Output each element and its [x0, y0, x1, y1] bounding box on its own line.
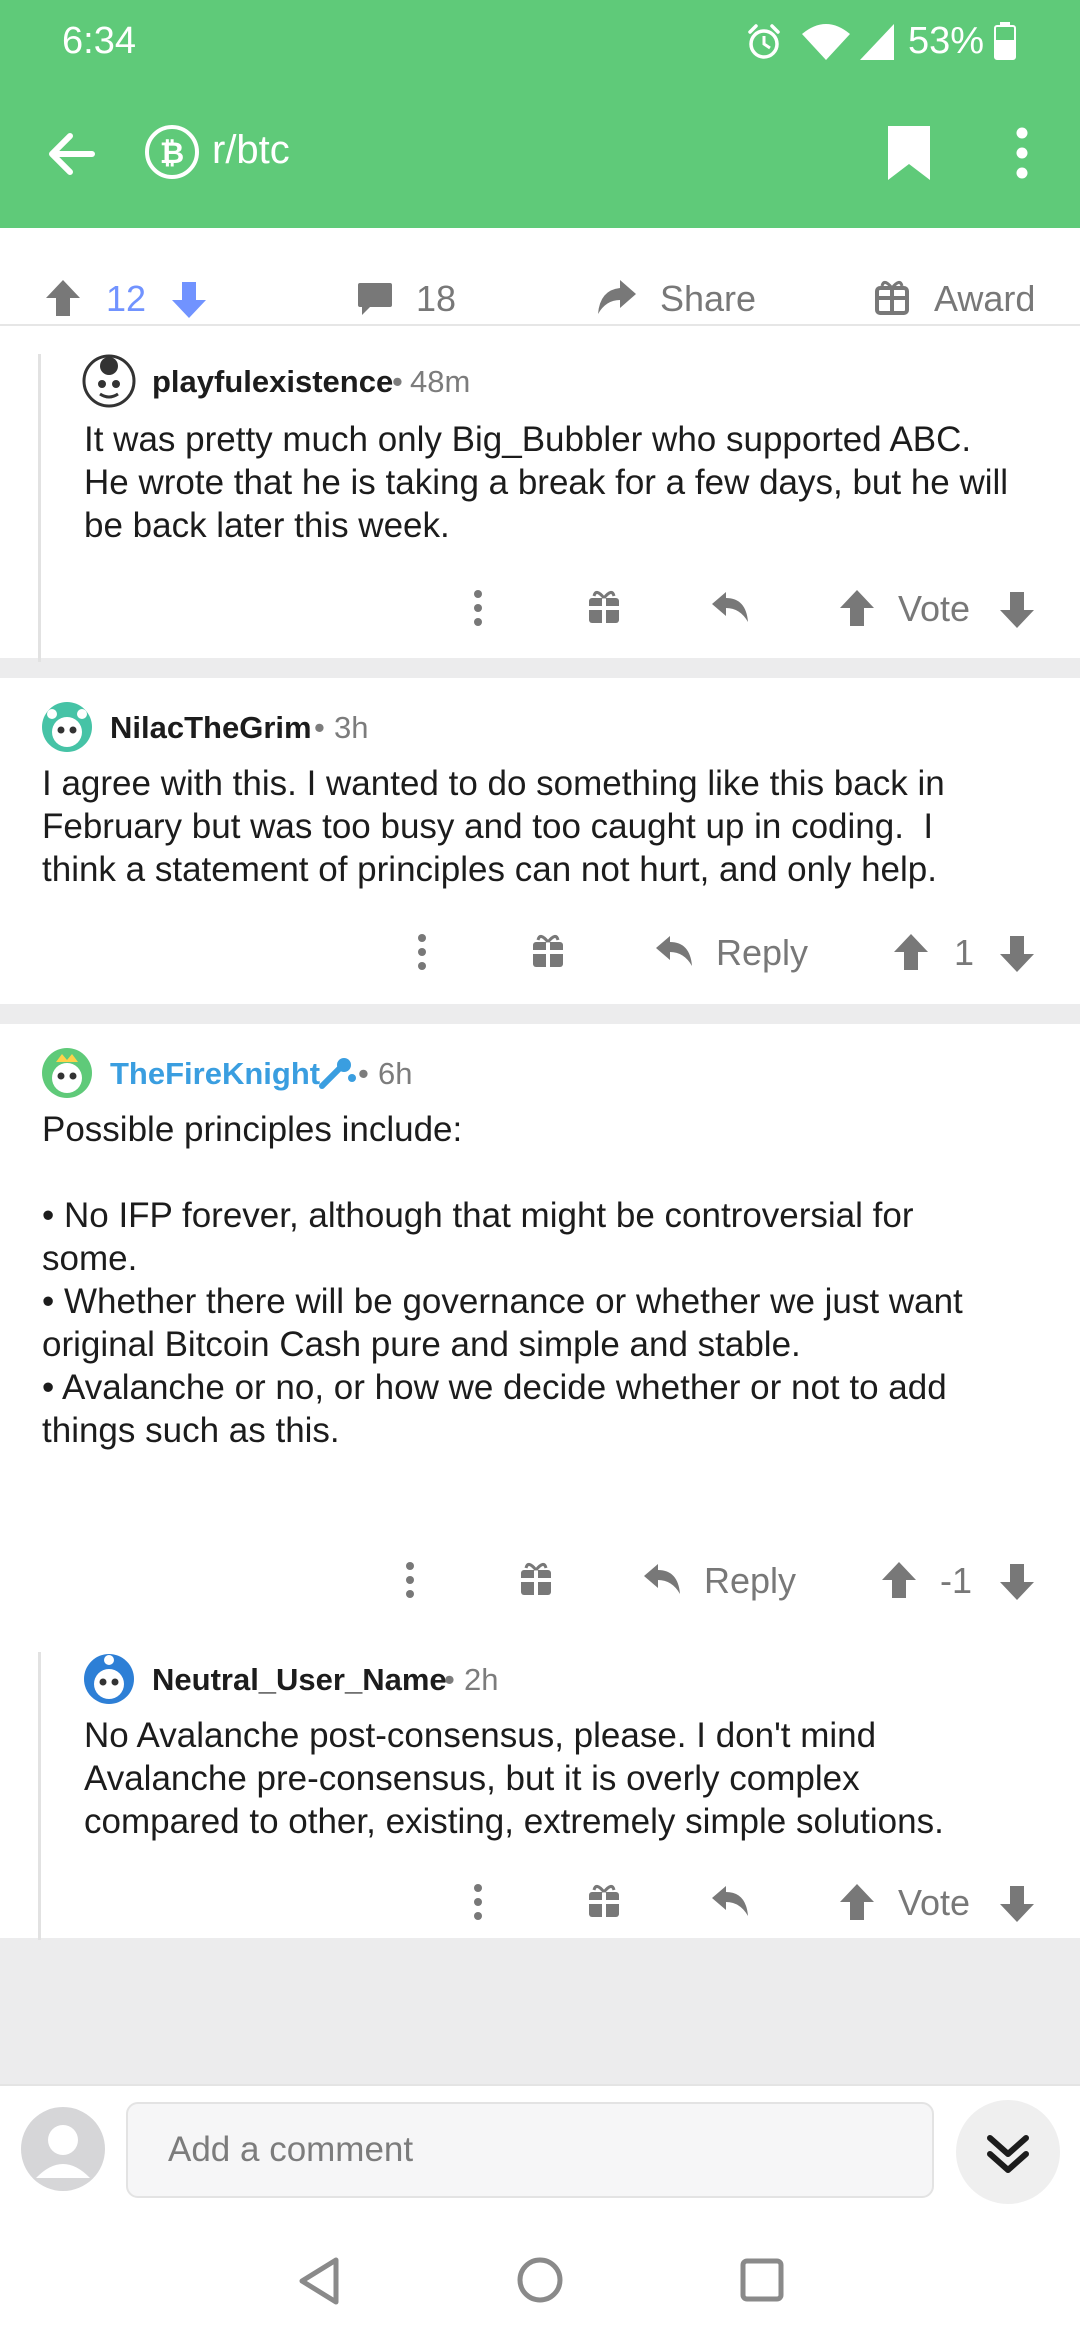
- downvote-arrow-icon[interactable]: [170, 280, 208, 320]
- bookmark-icon[interactable]: [886, 124, 932, 182]
- alarm-icon: [744, 22, 784, 62]
- comment-username[interactable]: Neutral_User_Name: [152, 1662, 447, 1698]
- comment-body: No Avalanche post-consensus, please. I d…: [84, 1716, 944, 1841]
- comment-age: 3h: [334, 710, 369, 745]
- comment-body: It was pretty much only Big_Bubbler who …: [84, 420, 1009, 545]
- system-nav-bar: [0, 2224, 1080, 2340]
- comment-age-separator: •: [358, 1056, 369, 1091]
- avatar[interactable]: [40, 1046, 94, 1100]
- nav-recents-icon[interactable]: [740, 2258, 784, 2302]
- thread-line: [38, 1652, 41, 1940]
- thread-line: [38, 354, 41, 662]
- share-label[interactable]: Share: [660, 278, 756, 320]
- upvote-arrow-icon[interactable]: [892, 932, 930, 972]
- status-time: 6:34: [62, 20, 136, 62]
- back-arrow-icon[interactable]: [44, 126, 100, 182]
- upvote-arrow-icon[interactable]: [44, 278, 82, 318]
- reply-arrow-icon[interactable]: [710, 1882, 752, 1920]
- comment-username[interactable]: NilacTheGrim: [110, 710, 312, 746]
- nav-home-icon[interactable]: [516, 2256, 564, 2304]
- comment-age-separator: •: [444, 1662, 455, 1697]
- comment-body: Possible principles include: • No IFP fo…: [42, 1110, 963, 1450]
- more-options-icon[interactable]: [412, 932, 432, 972]
- comment-card[interactable]: playfulexistence • 48m It was pretty muc…: [0, 326, 1080, 662]
- avatar[interactable]: [82, 354, 136, 408]
- post-action-bar: 12 18 Share Award: [0, 268, 1080, 326]
- reply-label[interactable]: Reply: [704, 1560, 796, 1602]
- nested-comment-card[interactable]: Neutral_User_Name • 2h No Avalanche post…: [0, 1630, 1080, 1940]
- upvote-arrow-icon[interactable]: [838, 588, 876, 628]
- gift-icon[interactable]: [586, 588, 622, 626]
- comment-body: I agree with this. I wanted to do someth…: [42, 764, 945, 889]
- avatar[interactable]: [82, 1652, 136, 1706]
- battery-percent: 53%: [908, 20, 985, 62]
- comment-card[interactable]: NilacTheGrim • 3h I agree with this. I w…: [0, 678, 1080, 1004]
- battery-icon: [994, 22, 1016, 60]
- comment-score: 1: [954, 932, 975, 973]
- downvote-arrow-icon[interactable]: [998, 1562, 1036, 1602]
- more-options-icon[interactable]: [400, 1560, 420, 1600]
- comment-input[interactable]: Add a comment: [126, 2102, 934, 2198]
- comment-age: 2h: [464, 1662, 499, 1697]
- bitcoin-subreddit-icon: ₿: [144, 124, 200, 180]
- comment-bubble-icon[interactable]: [356, 280, 394, 318]
- gift-icon[interactable]: [586, 1882, 622, 1920]
- post-score: 12: [106, 278, 147, 319]
- moderator-shield-icon: [318, 1056, 358, 1090]
- comment-score: -1: [940, 1560, 973, 1601]
- scroll-down-button[interactable]: [954, 2098, 1062, 2206]
- upvote-arrow-icon[interactable]: [880, 1560, 918, 1600]
- avatar[interactable]: [40, 700, 94, 754]
- reply-arrow-icon[interactable]: [642, 1560, 684, 1598]
- reply-label[interactable]: Reply: [716, 932, 808, 974]
- award-label[interactable]: Award: [934, 278, 1035, 320]
- comment-age: 6h: [378, 1056, 413, 1091]
- comment-username[interactable]: TheFireKnight: [110, 1056, 320, 1092]
- share-arrow-icon[interactable]: [596, 276, 638, 318]
- comment-age: 48m: [410, 364, 471, 399]
- gift-icon[interactable]: [518, 1560, 554, 1598]
- downvote-arrow-icon[interactable]: [998, 590, 1036, 630]
- upvote-arrow-icon[interactable]: [838, 1882, 876, 1922]
- vote-label: Vote: [898, 588, 971, 629]
- signal-icon: [858, 22, 896, 62]
- comment-age-separator: •: [392, 364, 403, 399]
- downvote-arrow-icon[interactable]: [998, 934, 1036, 974]
- comment-username[interactable]: playfulexistence: [152, 364, 393, 400]
- svg-text:₿: ₿: [160, 137, 184, 170]
- comment-age-separator: •: [314, 710, 325, 745]
- user-avatar[interactable]: [20, 2106, 106, 2192]
- more-options-icon[interactable]: [468, 588, 488, 628]
- wifi-icon: [800, 22, 852, 62]
- overflow-menu-icon[interactable]: [1008, 124, 1036, 182]
- reply-arrow-icon[interactable]: [710, 588, 752, 626]
- gift-icon[interactable]: [874, 278, 910, 316]
- more-options-icon[interactable]: [468, 1882, 488, 1922]
- downvote-arrow-icon[interactable]: [998, 1884, 1036, 1924]
- comment-input-placeholder: Add a comment: [168, 2130, 414, 2169]
- comment-card[interactable]: TheFireKnight • 6h Possible principles i…: [0, 1024, 1080, 1940]
- gift-icon[interactable]: [530, 932, 566, 970]
- vote-label: Vote: [898, 1882, 971, 1923]
- nav-back-icon[interactable]: [296, 2256, 342, 2306]
- subreddit-title[interactable]: r/btc: [212, 128, 290, 173]
- reply-arrow-icon[interactable]: [654, 932, 696, 970]
- app-header: 6:34 53% ₿ r/btc: [0, 0, 1080, 228]
- comment-count: 18: [416, 278, 457, 319]
